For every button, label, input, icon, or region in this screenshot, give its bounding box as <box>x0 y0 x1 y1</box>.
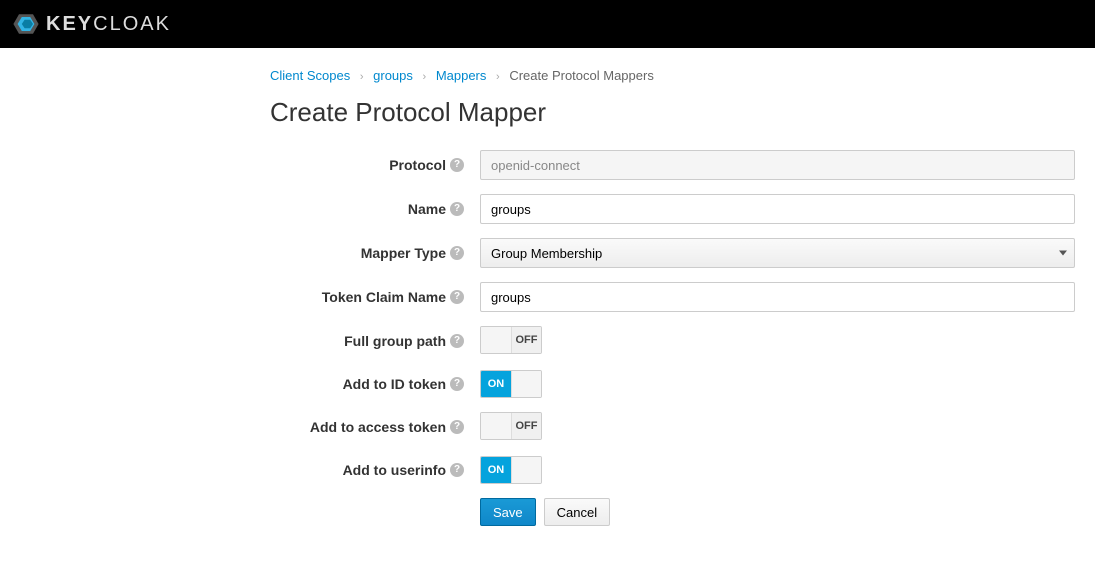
label-add-to-access-token: Add to access token <box>310 419 446 435</box>
breadcrumb-client-scopes[interactable]: Client Scopes <box>270 68 350 83</box>
button-row: Save Cancel <box>480 498 1078 526</box>
add-to-access-token-toggle[interactable]: OFF <box>480 412 542 440</box>
brand-logo[interactable]: KEYCLOAK <box>12 10 171 38</box>
page-title: Create Protocol Mapper <box>270 97 1078 128</box>
chevron-right-icon: › <box>360 71 364 83</box>
label-add-to-userinfo: Add to userinfo <box>343 462 446 478</box>
chevron-right-icon: › <box>423 71 427 83</box>
row-mapper-type: Mapper Type ? Group Membership <box>270 238 1078 268</box>
label-token-claim-name: Token Claim Name <box>322 289 446 305</box>
row-token-claim: Token Claim Name ? <box>270 282 1078 312</box>
save-button[interactable]: Save <box>480 498 536 526</box>
help-icon[interactable]: ? <box>450 202 464 216</box>
row-protocol: Protocol ? openid-connect <box>270 150 1078 180</box>
breadcrumb-current: Create Protocol Mappers <box>509 68 654 83</box>
token-claim-name-input[interactable] <box>480 282 1075 312</box>
protocol-field: openid-connect <box>480 150 1075 180</box>
add-to-userinfo-toggle[interactable]: ON <box>480 456 542 484</box>
row-full-group-path: Full group path ? OFF <box>270 326 1078 356</box>
brand-text: KEYCLOAK <box>46 13 171 36</box>
breadcrumb: Client Scopes › groups › Mappers › Creat… <box>270 68 1078 83</box>
row-add-to-access-token: Add to access token ? OFF <box>270 412 1078 442</box>
topbar: KEYCLOAK <box>0 0 1095 48</box>
help-icon[interactable]: ? <box>450 377 464 391</box>
main-content: Client Scopes › groups › Mappers › Creat… <box>0 48 1078 566</box>
name-input[interactable] <box>480 194 1075 224</box>
label-add-to-id-token: Add to ID token <box>343 376 446 392</box>
breadcrumb-groups[interactable]: groups <box>373 68 413 83</box>
label-mapper-type: Mapper Type <box>361 245 446 261</box>
breadcrumb-mappers[interactable]: Mappers <box>436 68 487 83</box>
label-full-group-path: Full group path <box>344 333 446 349</box>
label-protocol: Protocol <box>389 157 446 173</box>
row-add-to-id-token: Add to ID token ? ON <box>270 370 1078 398</box>
cancel-button[interactable]: Cancel <box>544 498 610 526</box>
keycloak-icon <box>12 10 40 38</box>
row-name: Name ? <box>270 194 1078 224</box>
help-icon[interactable]: ? <box>450 463 464 477</box>
add-to-id-token-toggle[interactable]: ON <box>480 370 542 398</box>
help-icon[interactable]: ? <box>450 246 464 260</box>
help-icon[interactable]: ? <box>450 334 464 348</box>
mapper-type-select[interactable]: Group Membership <box>480 238 1075 268</box>
help-icon[interactable]: ? <box>450 420 464 434</box>
help-icon[interactable]: ? <box>450 290 464 304</box>
help-icon[interactable]: ? <box>450 158 464 172</box>
chevron-right-icon: › <box>496 71 500 83</box>
label-name: Name <box>408 201 446 217</box>
row-add-to-userinfo: Add to userinfo ? ON <box>270 456 1078 484</box>
full-group-path-toggle[interactable]: OFF <box>480 326 542 354</box>
